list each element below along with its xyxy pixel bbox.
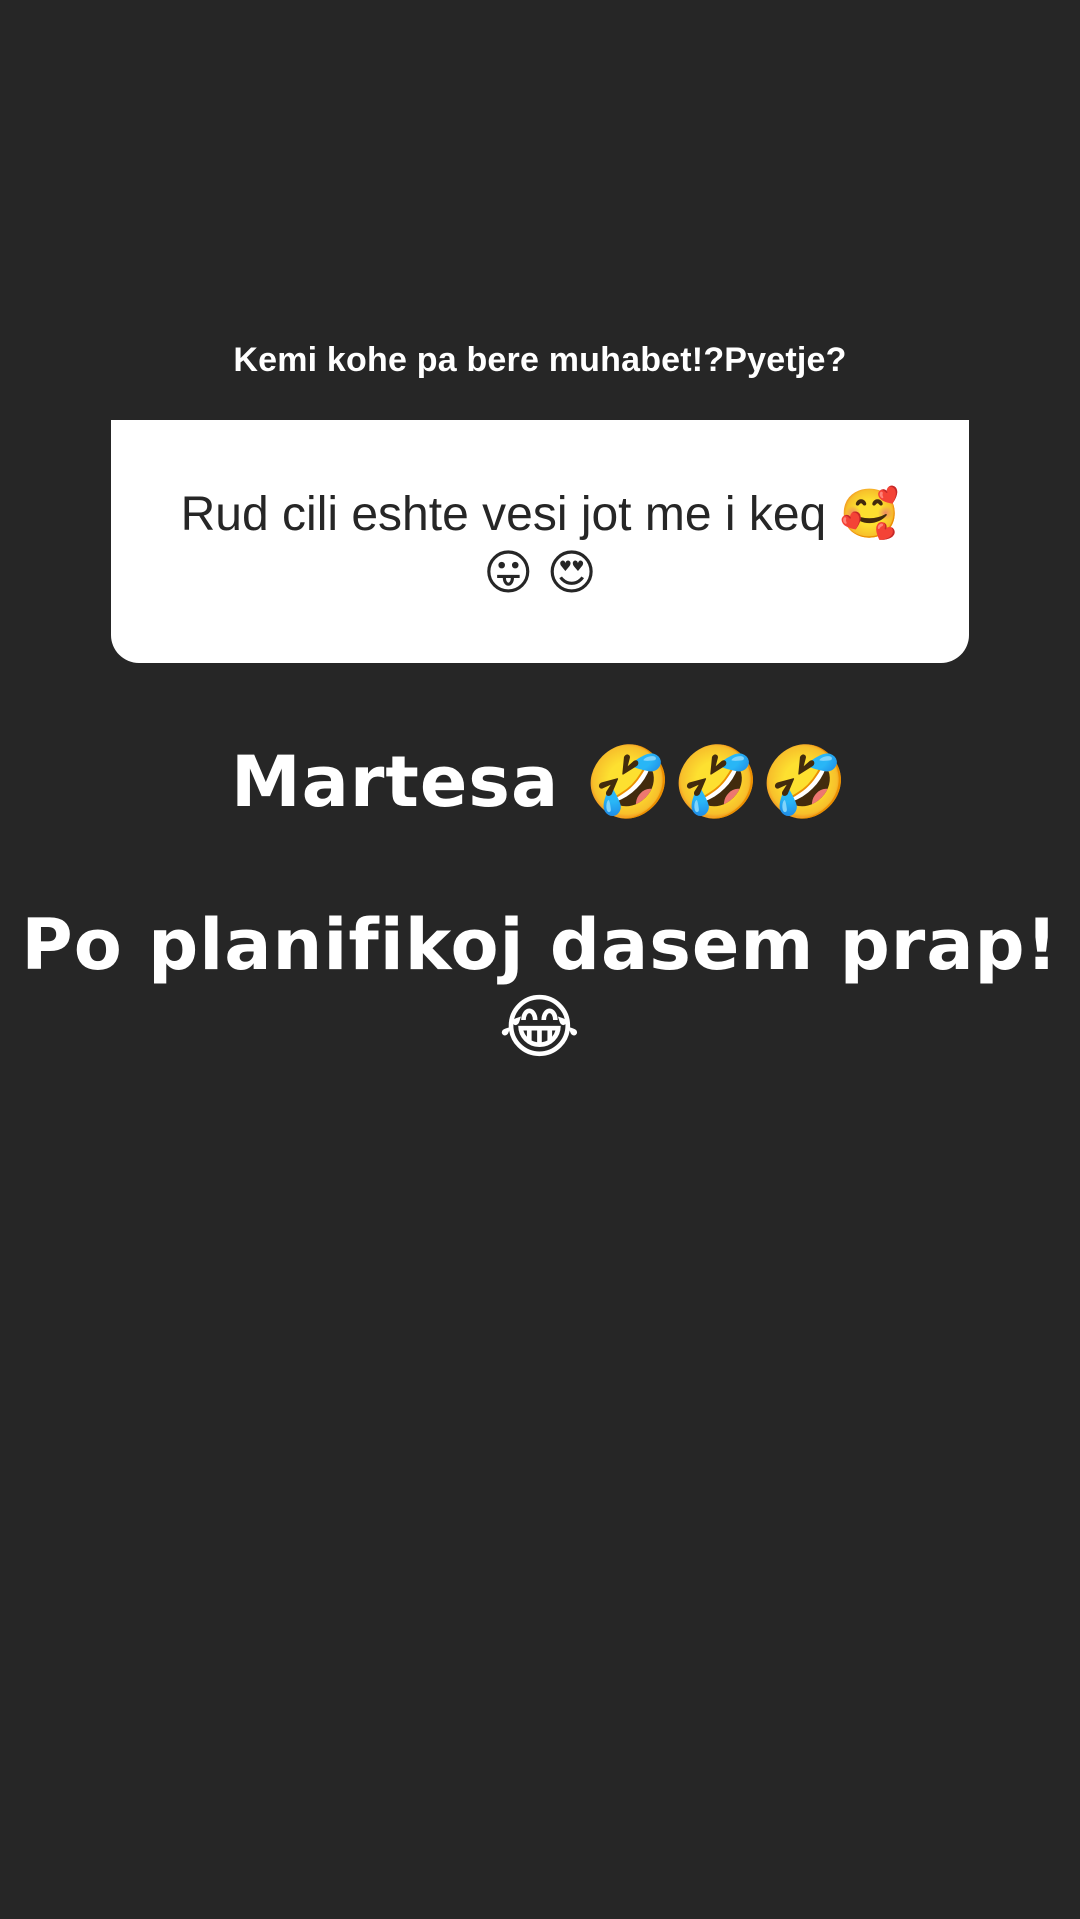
question-text: Rud cili eshte vesi jot me i keq 🥰 😛 😍	[180, 487, 900, 600]
question-card: Rud cili eshte vesi jot me i keq 🥰 😛 😍	[111, 420, 969, 663]
question-prompt: Kemi kohe pa bere muhabet!?Pyetje?	[233, 341, 847, 379]
answer-text-line-2: Po planifikoj dasem prap! 😂	[21, 904, 1059, 1068]
answer-text-line-1: Martesa 🤣🤣🤣	[230, 741, 850, 823]
story-canvas: Kemi kohe pa bere muhabet!?Pyetje? Rud c…	[0, 0, 1080, 1919]
